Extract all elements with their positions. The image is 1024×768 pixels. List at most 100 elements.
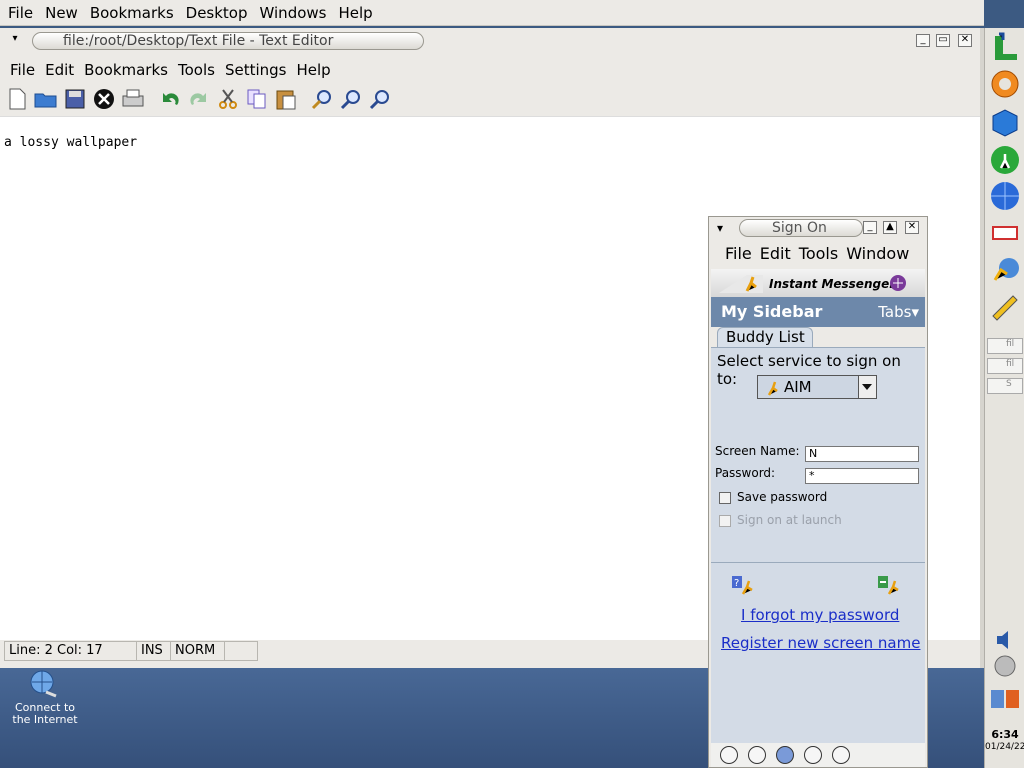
user-status-icon[interactable] bbox=[989, 654, 1021, 678]
global-menu-bookmarks[interactable]: Bookmarks bbox=[90, 4, 174, 22]
divider bbox=[711, 562, 925, 563]
status-extra bbox=[224, 641, 258, 661]
lifebuoy-help-icon[interactable] bbox=[989, 68, 1021, 100]
save-icon[interactable] bbox=[62, 86, 88, 112]
close-doc-icon[interactable] bbox=[91, 86, 117, 112]
help-runner-icon[interactable]: ? bbox=[731, 574, 755, 596]
editor-pen-icon[interactable] bbox=[989, 290, 1021, 322]
runner-icon[interactable] bbox=[989, 144, 1021, 176]
sidebar-header: My Sidebar Tabs▾ bbox=[711, 297, 925, 327]
sign-on-launch-checkbox bbox=[719, 515, 731, 527]
aim-titlebar[interactable]: Sign On bbox=[739, 219, 863, 237]
editor-title-text: file:/root/Desktop/Text File - Text Edit… bbox=[63, 33, 334, 49]
aim-component-bar bbox=[711, 743, 925, 767]
aim-signon-window: ▾ Sign On _ ▲ ✕ File Edit Tools Window I… bbox=[708, 216, 928, 768]
global-menu-file[interactable]: File bbox=[8, 4, 33, 22]
taskbar-item-editor[interactable]: fil bbox=[987, 358, 1023, 374]
global-menubar: File New Bookmarks Desktop Windows Help bbox=[0, 0, 984, 26]
password-label: Password: bbox=[715, 466, 776, 480]
service-dropdown-chevron-icon[interactable] bbox=[858, 376, 876, 398]
close-button[interactable]: ✕ bbox=[958, 34, 972, 47]
service-select[interactable]: AIM bbox=[757, 375, 877, 399]
app-launcher-icon[interactable] bbox=[989, 32, 1021, 64]
menu-file[interactable]: File bbox=[10, 61, 35, 79]
aim-brand-text: Instant Messenger bbox=[769, 277, 896, 291]
editor-title: file:/root/Desktop/Text File - Text Edit… bbox=[32, 32, 424, 50]
aim-maximize-button[interactable]: ▲ bbox=[883, 221, 897, 234]
aim-brand-bar: Instant Messenger bbox=[711, 269, 925, 297]
desktop-icon-connect[interactable]: Connect to the Internet bbox=[6, 668, 84, 726]
aim-minimize-button[interactable]: _ bbox=[863, 221, 877, 234]
cube-icon[interactable] bbox=[989, 106, 1021, 138]
aim-menu-edit[interactable]: Edit bbox=[760, 244, 791, 263]
new-file-icon[interactable] bbox=[4, 86, 30, 112]
globe-icon[interactable] bbox=[989, 180, 1021, 212]
menu-edit[interactable]: Edit bbox=[45, 61, 74, 79]
composer-icon[interactable] bbox=[804, 746, 822, 764]
editor-toolbar bbox=[4, 84, 397, 114]
undo-icon[interactable] bbox=[157, 86, 183, 112]
buddy-list-tab[interactable]: Buddy List bbox=[717, 327, 813, 349]
volume-icon[interactable] bbox=[989, 628, 1021, 652]
tabs-chevron-icon: ▾ bbox=[911, 303, 919, 321]
menu-bookmarks[interactable]: Bookmarks bbox=[84, 61, 168, 79]
status-ins: INS bbox=[136, 641, 170, 661]
copy-icon[interactable] bbox=[244, 86, 270, 112]
screen-name-label: Screen Name: bbox=[715, 444, 800, 458]
lock-logout-icon[interactable] bbox=[989, 688, 1021, 710]
desktop-icon-label: Connect to the Internet bbox=[12, 701, 78, 726]
zoom-out-icon[interactable] bbox=[368, 86, 394, 112]
editor-menubar: File Edit Bookmarks Tools Settings Help bbox=[0, 58, 980, 82]
save-password-checkbox[interactable] bbox=[719, 492, 731, 504]
menu-settings[interactable]: Settings bbox=[225, 61, 287, 79]
editor-titlebar[interactable]: ▾ file:/root/Desktop/Text File - Text Ed… bbox=[0, 28, 980, 54]
aim-service-icon bbox=[767, 381, 778, 396]
aim-globe-icon[interactable] bbox=[776, 746, 794, 764]
status-norm: NORM bbox=[170, 641, 224, 661]
mail-icon[interactable] bbox=[989, 216, 1021, 248]
global-menu-windows[interactable]: Windows bbox=[260, 4, 327, 22]
service-value: AIM bbox=[784, 378, 812, 396]
zoom-in-icon[interactable] bbox=[339, 86, 365, 112]
aim-close-button[interactable]: ✕ bbox=[905, 221, 919, 234]
browser-icon[interactable] bbox=[720, 746, 738, 764]
window-menu-chevron-icon[interactable]: ▾ bbox=[8, 34, 22, 47]
global-menu-help[interactable]: Help bbox=[338, 4, 372, 22]
aim-window-menu-chevron-icon[interactable]: ▾ bbox=[717, 221, 723, 235]
paste-icon[interactable] bbox=[273, 86, 299, 112]
aim-throbber-icon bbox=[890, 275, 906, 291]
maximize-button[interactable]: ▭ bbox=[936, 34, 950, 47]
taskbar-item-signon[interactable]: S bbox=[987, 378, 1023, 394]
redo-icon[interactable] bbox=[186, 86, 212, 112]
clock-date: 01/24/22 bbox=[985, 742, 1024, 752]
screen-name-input[interactable]: N bbox=[805, 446, 919, 462]
register-runner-icon[interactable] bbox=[877, 574, 901, 596]
global-menu-new[interactable]: New bbox=[45, 4, 78, 22]
register-screen-name-link[interactable]: Register new screen name bbox=[721, 634, 920, 652]
mail-envelope-icon[interactable] bbox=[748, 746, 766, 764]
find-icon[interactable] bbox=[310, 86, 336, 112]
taskbar-item-files[interactable]: fil bbox=[987, 338, 1023, 354]
cut-icon[interactable] bbox=[215, 86, 241, 112]
aim-menu-window[interactable]: Window bbox=[846, 244, 909, 263]
password-input[interactable]: * bbox=[805, 468, 919, 484]
aim-menu-tools[interactable]: Tools bbox=[799, 244, 838, 263]
aim-menu-file[interactable]: File bbox=[725, 244, 752, 263]
clock-time: 6:34 bbox=[991, 728, 1019, 741]
forgot-password-link[interactable]: I forgot my password bbox=[741, 606, 899, 624]
address-book-icon[interactable] bbox=[832, 746, 850, 764]
globe-connect-icon bbox=[28, 668, 62, 698]
global-menu-desktop[interactable]: Desktop bbox=[186, 4, 248, 22]
print-icon[interactable] bbox=[120, 86, 146, 112]
open-folder-icon[interactable] bbox=[33, 86, 59, 112]
tabs-label: Tabs bbox=[878, 303, 912, 321]
aim-signon-panel: Select service to sign on to: AIM Screen… bbox=[711, 347, 925, 743]
sidebar-title: My Sidebar bbox=[721, 302, 823, 321]
menu-help[interactable]: Help bbox=[296, 61, 330, 79]
menu-tools[interactable]: Tools bbox=[178, 61, 215, 79]
tabs-dropdown[interactable]: Tabs▾ bbox=[878, 303, 919, 321]
minimize-button[interactable]: _ bbox=[916, 34, 930, 47]
aim-runner-logo-icon bbox=[719, 275, 763, 293]
svg-text:?: ? bbox=[734, 578, 739, 589]
aim-runner-icon[interactable] bbox=[989, 254, 1021, 286]
